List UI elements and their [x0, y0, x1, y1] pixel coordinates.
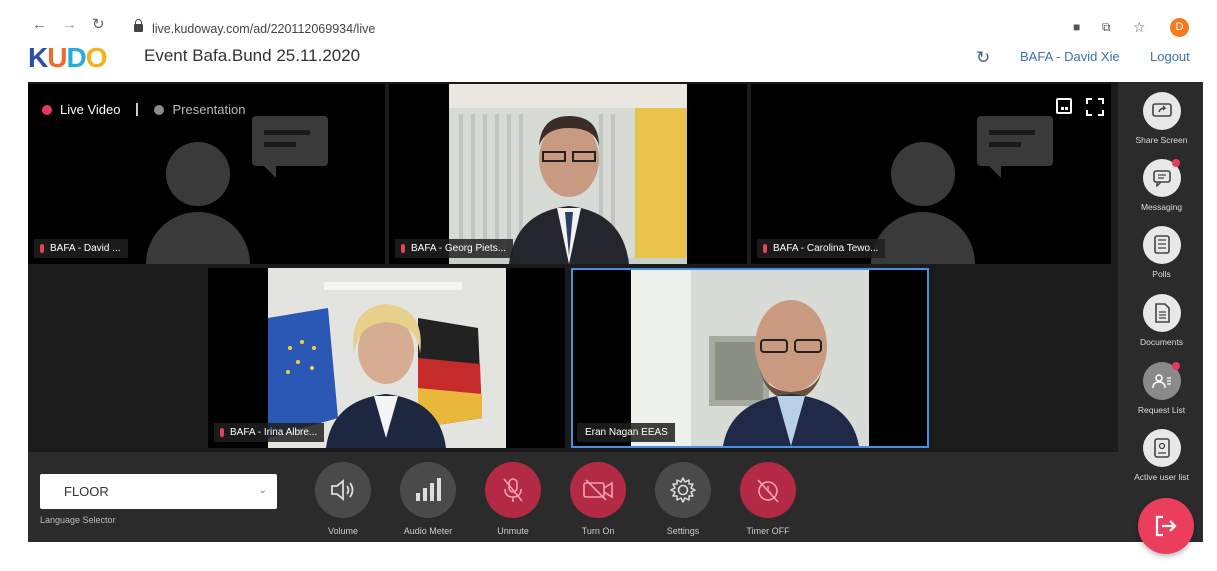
video-stage: BAFA - David ... BAFA - Georg Piets... B…	[28, 82, 1118, 452]
request-list-button[interactable]: Request List	[1120, 362, 1203, 415]
video-tile-2[interactable]: BAFA - Georg Piets...	[389, 84, 747, 264]
right-sidebar: Share Screen Messaging Polls Documents R…	[1120, 82, 1203, 542]
forward-arrow-icon[interactable]: →	[62, 17, 77, 32]
avatar-body-icon	[146, 212, 250, 264]
translate-icon[interactable]: ⧉	[1102, 21, 1116, 33]
share-screen-icon	[1151, 103, 1172, 117]
avatar-body-icon	[871, 212, 975, 264]
chat-bubble-icon	[977, 116, 1053, 178]
kudo-logo: KUDO	[28, 42, 108, 73]
active-user-list-button[interactable]: Active user list	[1120, 429, 1203, 482]
profile-avatar[interactable]: D	[1170, 18, 1189, 37]
view-controls	[1056, 98, 1104, 116]
participant-video	[631, 270, 869, 446]
language-selector[interactable]: FLOOR ⌄	[40, 474, 277, 509]
refresh-icon[interactable]: ↻	[976, 48, 990, 68]
avatar-head-icon	[166, 142, 230, 206]
event-title: Event Bafa.Bund 25.11.2020	[144, 46, 361, 65]
mic-icon	[40, 244, 44, 253]
star-icon[interactable]: ☆	[1133, 20, 1147, 34]
meeting-app: BAFA - David ... BAFA - Georg Piets... B…	[28, 82, 1203, 542]
camera-turn-on-button[interactable]: Turn On	[563, 462, 633, 536]
mode-divider	[136, 103, 139, 116]
language-selector-label: Language Selector	[40, 515, 116, 525]
control-bar: FLOOR ⌄ Language Selector Volume Audio M…	[28, 452, 1118, 542]
lock-icon	[134, 19, 143, 32]
stream-mode-switch: Live Video Presentation	[42, 102, 245, 117]
participant-nameplate: Eran Nagan EEAS	[577, 423, 675, 442]
avatar-head-icon	[891, 142, 955, 206]
gear-icon	[670, 477, 696, 503]
polls-icon	[1153, 235, 1170, 254]
settings-button[interactable]: Settings	[648, 462, 718, 536]
timer-off-icon	[757, 479, 779, 503]
browser-address-bar: ← → ↻ live.kudoway.com/ad/220112069934/l…	[0, 0, 1217, 40]
presentation-indicator-dot	[154, 104, 165, 115]
speaker-icon	[331, 479, 354, 501]
chat-icon	[1152, 170, 1171, 187]
polls-button[interactable]: Polls	[1120, 226, 1203, 279]
logo-letter-o: O	[85, 42, 108, 73]
url-text[interactable]: live.kudoway.com/ad/220112069934/live	[152, 22, 375, 36]
share-screen-button[interactable]: Share Screen	[1120, 92, 1203, 145]
document-icon	[1154, 303, 1170, 323]
leave-meeting-button[interactable]	[1138, 498, 1194, 554]
mic-icon	[763, 244, 767, 253]
notification-badge	[1171, 159, 1180, 167]
notification-badge	[1171, 362, 1180, 370]
mic-off-icon	[503, 478, 523, 502]
user-list-icon	[1153, 438, 1170, 458]
video-tile-5-active-speaker[interactable]: Eran Nagan EEAS	[571, 268, 929, 448]
request-list-icon	[1151, 374, 1171, 389]
logout-link[interactable]: Logout	[1150, 49, 1190, 64]
logo-letter-k: K	[28, 42, 48, 73]
presentation-tab[interactable]: Presentation	[172, 102, 245, 117]
volume-button[interactable]: Volume	[308, 462, 378, 536]
user-name[interactable]: BAFA - David Xie	[1020, 49, 1120, 64]
live-indicator-dot	[42, 104, 52, 115]
participant-nameplate: BAFA - David ...	[34, 239, 128, 258]
participant-video	[268, 268, 506, 448]
documents-button[interactable]: Documents	[1120, 294, 1203, 347]
camera-icon[interactable]: ■	[1073, 21, 1087, 33]
back-arrow-icon[interactable]: ←	[32, 17, 47, 32]
participant-video	[449, 84, 687, 264]
unmute-button[interactable]: Unmute	[478, 462, 548, 536]
chevron-down-icon: ⌄	[258, 485, 267, 496]
logo-letter-u: U	[47, 42, 67, 73]
participant-nameplate: BAFA - Georg Piets...	[395, 239, 514, 258]
logo-letter-d: D	[66, 42, 86, 73]
mic-icon	[220, 428, 224, 437]
timer-off-button[interactable]: Timer OFF	[733, 462, 803, 536]
participant-nameplate: BAFA - Irina Albre...	[214, 423, 325, 442]
video-tile-4[interactable]: BAFA - Irina Albre...	[208, 268, 565, 448]
camera-off-icon	[583, 479, 613, 501]
audio-meter-button[interactable]: Audio Meter	[393, 462, 463, 536]
reload-icon[interactable]: ↻	[92, 17, 105, 32]
picture-in-picture-icon[interactable]	[1056, 98, 1072, 114]
mic-icon	[401, 244, 405, 253]
exit-icon	[1155, 515, 1177, 537]
chat-bubble-icon	[252, 116, 328, 178]
fullscreen-icon[interactable]	[1086, 98, 1104, 116]
participant-nameplate: BAFA - Carolina Tewo...	[757, 239, 886, 258]
signal-bars-icon	[416, 478, 441, 501]
live-video-tab[interactable]: Live Video	[60, 102, 120, 117]
messaging-button[interactable]: Messaging	[1120, 159, 1203, 212]
